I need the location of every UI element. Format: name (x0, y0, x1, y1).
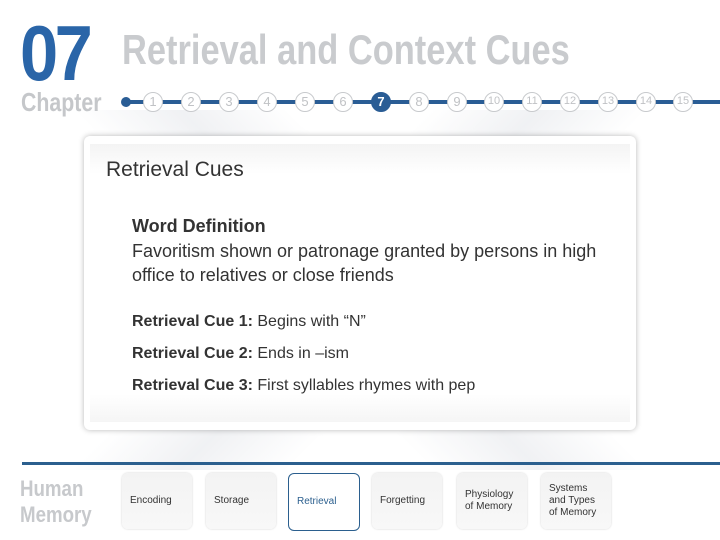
nav-tile-label: Physiology of Memory (465, 489, 514, 512)
cue-label: Retrieval Cue 2: (132, 345, 253, 362)
cue-label: Retrieval Cue 1: (132, 313, 253, 330)
chapter-label: Chapter (21, 87, 102, 117)
nav-tile-systems-types[interactable]: Systems and Types of Memory (541, 473, 611, 529)
nav-tile-label: Forgetting (380, 495, 426, 506)
nav-tile-retrieval[interactable]: Retrieval (288, 473, 360, 531)
nav-tile-forgetting[interactable]: Forgetting (372, 473, 442, 529)
step-8[interactable]: 8 (409, 92, 429, 112)
cue-text: First syllables rhymes with pep (252, 377, 476, 394)
cue-text: Ends in –ism (252, 345, 349, 362)
retrieval-cue-1: Retrieval Cue 1: Begins with “N” (132, 312, 366, 332)
section-label: Human Memory (20, 476, 92, 528)
step-9[interactable]: 9 (447, 92, 467, 112)
page-title: Retrieval and Context Cues (122, 26, 570, 73)
section-label-line-1: Human (20, 476, 84, 501)
nav-tile-label: Retrieval (297, 496, 337, 507)
step-15[interactable]: 15 (673, 92, 693, 112)
nav-tile-label: Storage (214, 495, 250, 506)
step-7-current[interactable]: 7 (371, 92, 391, 112)
chapter-step-navigator: 1 2 3 4 5 6 7 8 9 10 11 12 13 14 15 (121, 92, 720, 112)
step-6[interactable]: 6 (333, 92, 353, 112)
nav-tile-label: Encoding (130, 495, 172, 506)
retrieval-cue-2: Retrieval Cue 2: Ends in –ism (132, 344, 349, 364)
step-11[interactable]: 11 (522, 92, 542, 112)
step-14[interactable]: 14 (636, 92, 656, 112)
nav-tile-storage[interactable]: Storage (206, 473, 276, 529)
cue-label: Retrieval Cue 3: (132, 377, 253, 394)
chapter-number: 07 (20, 9, 93, 97)
nav-tile-label: Systems and Types of Memory (549, 483, 597, 518)
footer-divider (22, 462, 720, 465)
nav-tile-physiology[interactable]: Physiology of Memory (457, 473, 527, 529)
step-4[interactable]: 4 (257, 92, 277, 112)
retrieval-cue-3: Retrieval Cue 3: First syllables rhymes … (132, 376, 475, 396)
step-track-start-dot (121, 97, 131, 107)
cue-text: Begins with “N” (252, 313, 366, 330)
definition-text: Favoritism shown or patronage granted by… (132, 241, 597, 285)
step-10[interactable]: 10 (484, 92, 504, 112)
step-5[interactable]: 5 (295, 92, 315, 112)
step-3[interactable]: 3 (219, 92, 239, 112)
step-1[interactable]: 1 (143, 92, 163, 112)
step-12[interactable]: 12 (560, 92, 580, 112)
nav-tile-encoding[interactable]: Encoding (122, 473, 192, 529)
definition-heading: Word Definition (132, 216, 266, 236)
card-title: Retrieval Cues (106, 158, 244, 181)
step-13[interactable]: 13 (598, 92, 618, 112)
step-2[interactable]: 2 (181, 92, 201, 112)
section-label-line-2: Memory (20, 502, 92, 527)
